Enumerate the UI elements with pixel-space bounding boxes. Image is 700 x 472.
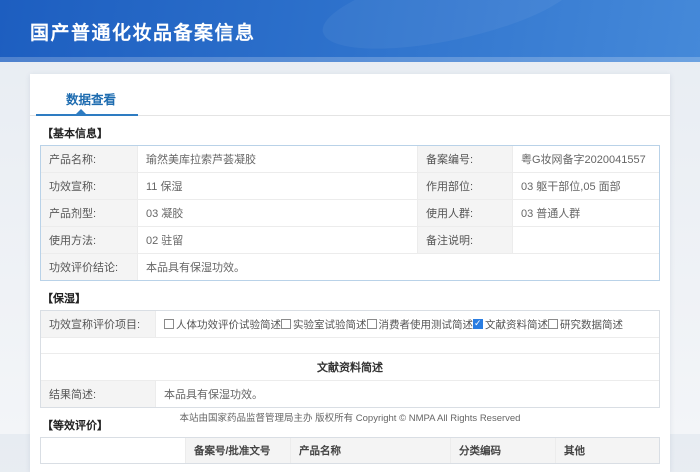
checkbox-1[interactable] xyxy=(281,319,291,329)
field-value-efficacy-claim: 11 保湿 xyxy=(138,173,418,200)
field-label-efficacy-claim: 功效宣称: xyxy=(41,173,138,200)
table-row xyxy=(41,338,660,354)
field-value-remarks xyxy=(513,227,660,254)
field-value-dosage-form: 03 凝胶 xyxy=(138,200,418,227)
table-row: 文献资料简述 xyxy=(41,354,660,381)
checkbox-3[interactable] xyxy=(473,319,483,329)
field-value-efficacy-conclusion: 本品具有保湿功效。 xyxy=(138,254,660,281)
field-label-remarks: 备注说明: xyxy=(418,227,513,254)
checkbox-literature[interactable]: 文献资料简述 xyxy=(473,317,548,332)
table-header-row: 备案号/批准文号 产品名称 分类编码 其他 xyxy=(41,438,660,464)
checkbox-human-efficacy[interactable]: 人体功效评价试验简述 xyxy=(164,317,281,332)
subsection-title-literature: 文献资料简述 xyxy=(41,354,660,381)
checkbox-label: 消费者使用测试简述 xyxy=(379,317,474,332)
section-title-basic-info: 【基本信息】 xyxy=(42,125,660,141)
column-header-other: 其他 xyxy=(556,438,660,464)
column-header-product-name: 产品名称 xyxy=(291,438,451,464)
table-row: 功效宣称: 11 保湿 作用部位: 03 躯干部位,05 面部 xyxy=(41,173,660,200)
spacer-row xyxy=(41,338,660,354)
checkbox-lab-test[interactable]: 实验室试验简述 xyxy=(281,317,367,332)
page-title: 国产普通化妆品备案信息 xyxy=(0,18,256,45)
page-banner: 国产普通化妆品备案信息 xyxy=(0,0,700,62)
field-value-record-number: 粤G妆网备字2020041557 xyxy=(513,146,660,173)
field-label-record-number: 备案编号: xyxy=(418,146,513,173)
checkbox-label: 研究数据简述 xyxy=(560,317,623,332)
checkbox-group: 人体功效评价试验简述 实验室试验简述 消费者使用测试简述 文献资料简述 xyxy=(164,317,651,332)
field-label-product-name: 产品名称: xyxy=(41,146,138,173)
tab-active-indicator xyxy=(36,114,138,116)
table-row: 产品剂型: 03 凝胶 使用人群: 03 普通人群 xyxy=(41,200,660,227)
tab-data-view[interactable]: 数据查看 xyxy=(66,89,116,115)
column-header-empty xyxy=(41,438,186,464)
table-row: 结果简述: 本品具有保湿功效。 xyxy=(41,381,660,408)
field-label-evaluation-items: 功效宣称评价项目: xyxy=(41,311,156,338)
field-label-dosage-form: 产品剂型: xyxy=(41,200,138,227)
field-label-usage-method: 使用方法: xyxy=(41,227,138,254)
checkbox-4[interactable] xyxy=(548,319,558,329)
evaluation-checkbox-cell: 人体功效评价试验简述 实验室试验简述 消费者使用测试简述 文献资料简述 xyxy=(156,311,660,338)
checkbox-label: 文献资料简述 xyxy=(485,317,548,332)
field-label-target-users: 使用人群: xyxy=(418,200,513,227)
field-label-efficacy-conclusion: 功效评价结论: xyxy=(41,254,138,281)
checkbox-0[interactable] xyxy=(164,319,174,329)
field-label-result-summary: 结果简述: xyxy=(41,381,156,408)
checkbox-research-data[interactable]: 研究数据简述 xyxy=(548,317,623,332)
field-value-product-name: 瑜然美库拉索芦荟凝胶 xyxy=(138,146,418,173)
checkbox-2[interactable] xyxy=(367,319,377,329)
table-row: 产品名称: 瑜然美库拉索芦荟凝胶 备案编号: 粤G妆网备字2020041557 xyxy=(41,146,660,173)
basic-info-table: 产品名称: 瑜然美库拉索芦荟凝胶 备案编号: 粤G妆网备字2020041557 … xyxy=(40,145,660,281)
table-row: 功效宣称评价项目: 人体功效评价试验简述 实验室试验简述 消费者使用测试简述 xyxy=(41,311,660,338)
section-title-moisturizing: 【保湿】 xyxy=(42,290,660,306)
table-row: 使用方法: 02 驻留 备注说明: xyxy=(41,227,660,254)
column-header-record-no: 备案号/批准文号 xyxy=(186,438,291,464)
field-label-application-area: 作用部位: xyxy=(418,173,513,200)
checkbox-label: 实验室试验简述 xyxy=(293,317,367,332)
footer-copyright: 本站由国家药品监督管理局主办 版权所有 Copyright © NMPA All… xyxy=(0,410,700,424)
field-value-result-summary: 本品具有保湿功效。 xyxy=(156,381,660,408)
equivalent-table: 备案号/批准文号 产品名称 分类编码 其他 xyxy=(40,437,660,464)
checkbox-label: 人体功效评价试验简述 xyxy=(176,317,281,332)
checkbox-consumer-test[interactable]: 消费者使用测试简述 xyxy=(367,317,474,332)
moisturizing-table: 功效宣称评价项目: 人体功效评价试验简述 实验室试验简述 消费者使用测试简述 xyxy=(40,310,660,408)
tab-bar: 数据查看 xyxy=(30,74,670,116)
column-header-class-code: 分类编码 xyxy=(451,438,556,464)
field-value-usage-method: 02 驻留 xyxy=(138,227,418,254)
field-value-application-area: 03 躯干部位,05 面部 xyxy=(513,173,660,200)
field-value-target-users: 03 普通人群 xyxy=(513,200,660,227)
table-row: 功效评价结论: 本品具有保湿功效。 xyxy=(41,254,660,281)
